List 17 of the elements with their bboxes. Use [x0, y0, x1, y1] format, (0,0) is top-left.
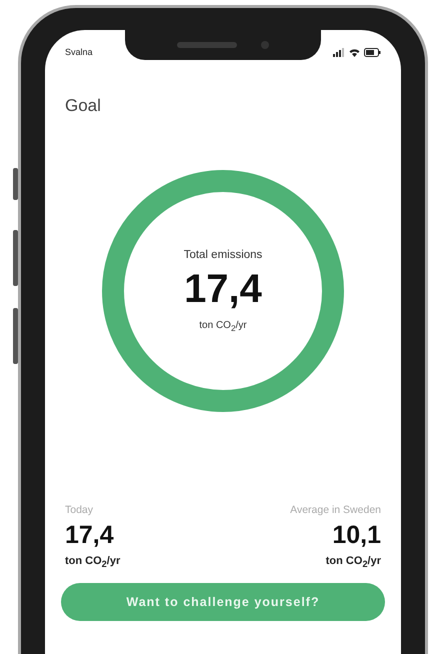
unit-label: ton CO$_{2}$/yr — [199, 320, 247, 333]
stat-value: 10,1 — [332, 521, 381, 550]
page-title: Goal — [65, 96, 102, 116]
unit-label: ton CO$_{2}$/yr — [65, 555, 120, 570]
carrier-name: Svalna — [65, 47, 93, 57]
unit-label: ton CO$_{2}$/yr — [326, 555, 381, 570]
signal-icon — [333, 48, 345, 56]
wifi-icon — [349, 48, 360, 56]
total-value: 17,4 — [184, 267, 262, 312]
battery-icon — [364, 48, 381, 56]
ring-label: Total emissions — [184, 249, 262, 261]
camera-icon — [261, 41, 269, 49]
speaker-icon — [177, 42, 237, 48]
stat-label: Average in Sweden — [290, 504, 381, 516]
stat-value: 17,4 — [65, 521, 115, 550]
stat-label: Today — [65, 504, 94, 516]
challenge-button[interactable]: Want to challenge yourself? — [61, 583, 385, 622]
